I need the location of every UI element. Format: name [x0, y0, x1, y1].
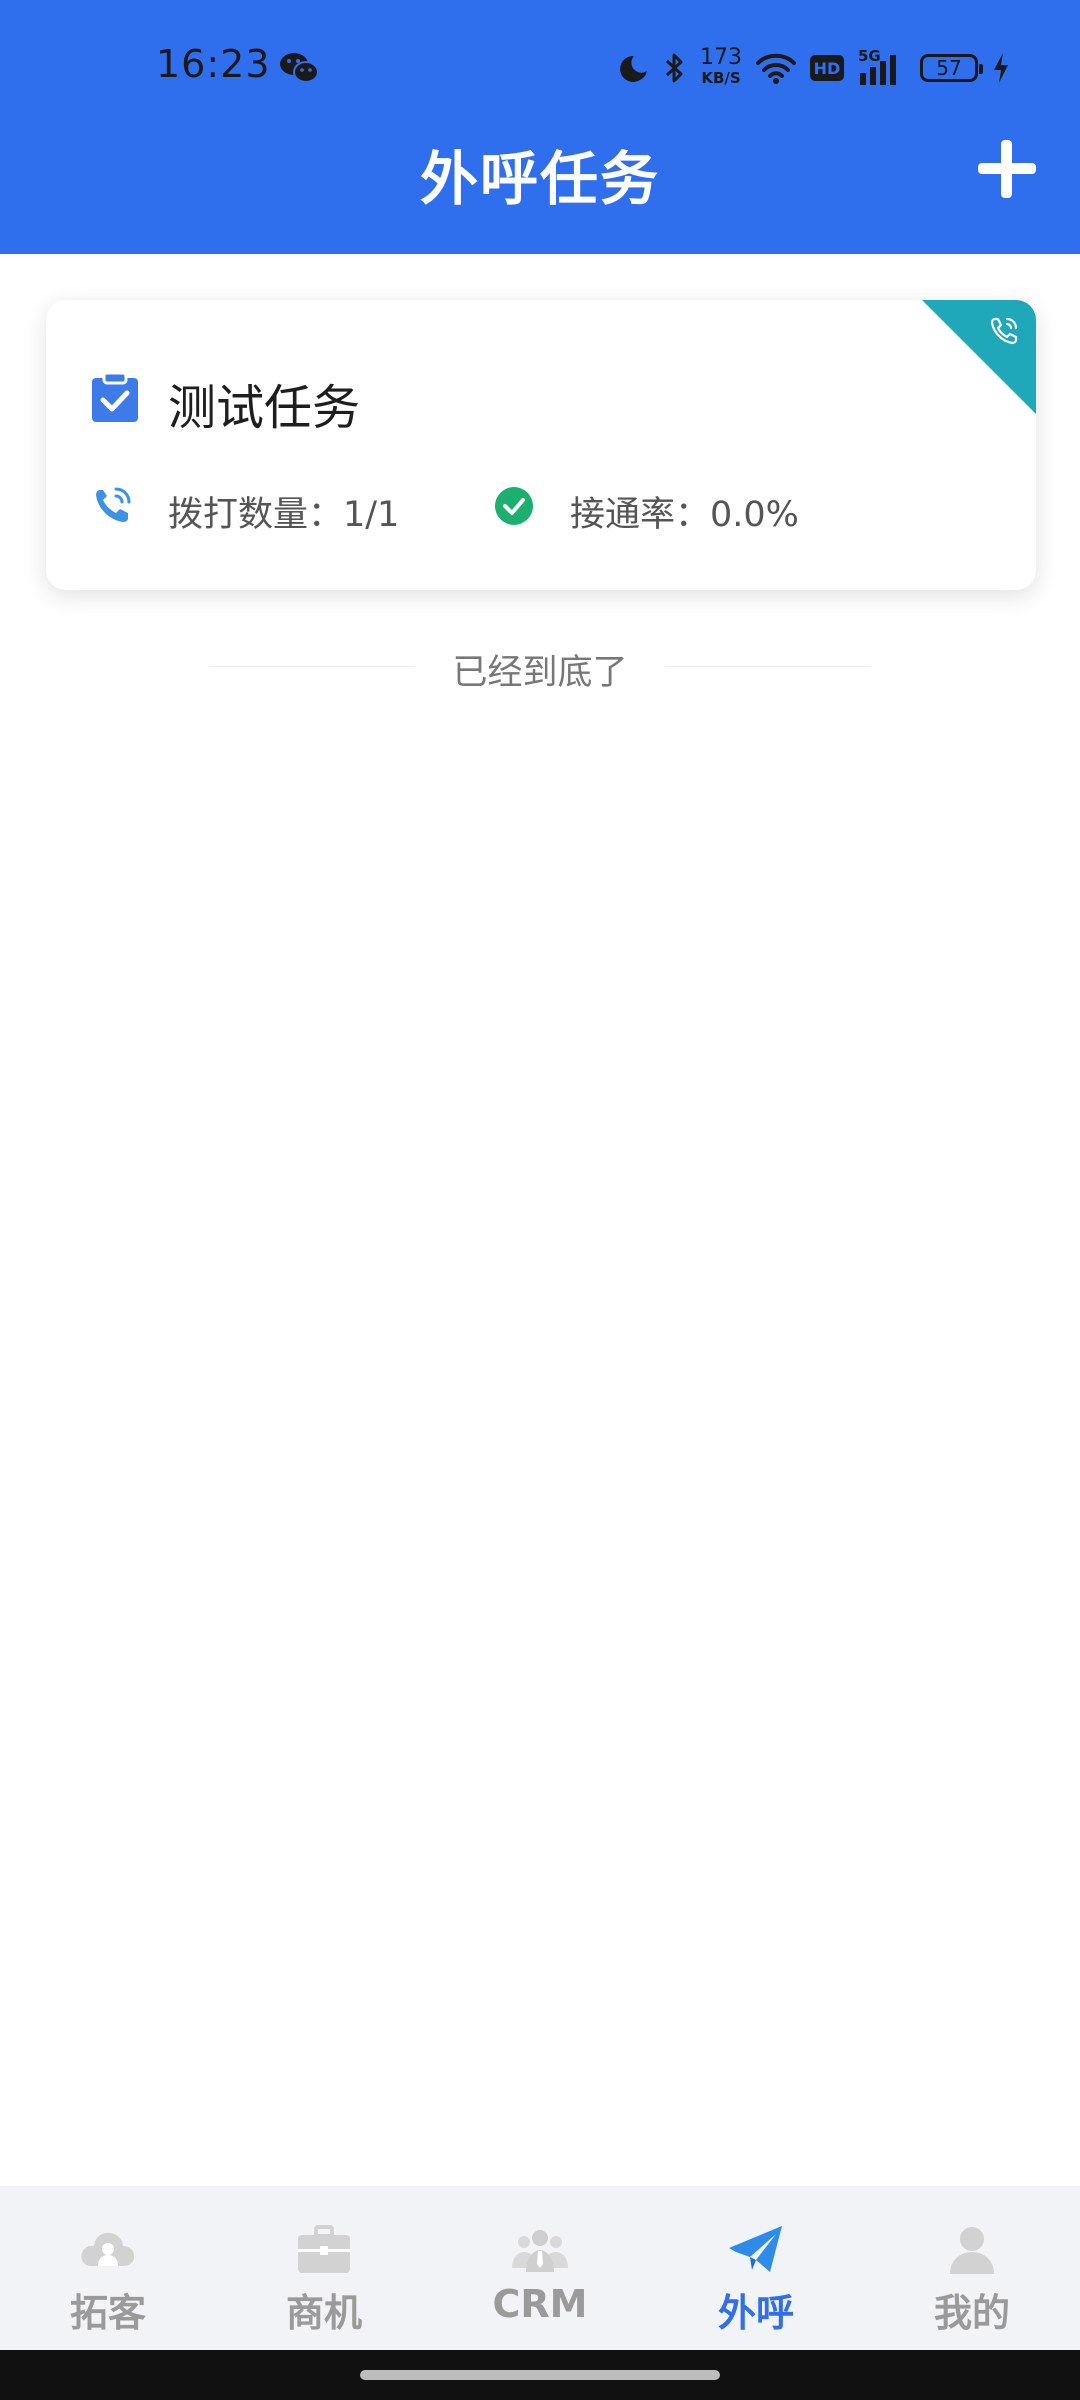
tab-label: CRM [492, 2282, 588, 2326]
tab-label: 外呼 [717, 2291, 794, 2335]
signal-label: 5G [858, 47, 881, 65]
team-icon [512, 2230, 568, 2272]
bluetooth-icon [665, 53, 683, 83]
tab-crm[interactable]: CRM [432, 2186, 648, 2350]
divider-line-right [665, 666, 870, 667]
network-speed: 173 KB/S [700, 45, 742, 88]
status-bar: 16:23 173 KB/S HD 5G 57 [0, 0, 1080, 136]
page-title: 外呼任务 [419, 145, 660, 213]
tab-waihu[interactable]: 外呼 [648, 2186, 864, 2350]
task-card[interactable]: 测试任务 拨打数量：1/1 接通率：0.0% [46, 300, 1036, 590]
status-indicators: 173 KB/S HD 5G 57 [620, 44, 1010, 92]
moon-icon [620, 55, 647, 82]
tab-tuoke[interactable]: 拓客 [0, 2186, 216, 2350]
tab-label: 拓客 [69, 2291, 146, 2335]
phone-call-icon [96, 487, 131, 522]
task-title: 测试任务 [168, 380, 361, 436]
bottom-tab-bar: 拓客 商机 CRM 外呼 我的 [0, 2186, 1080, 2350]
call-ribbon [922, 300, 1036, 414]
tab-wode[interactable]: 我的 [864, 2186, 1080, 2350]
cloud-user-icon [81, 2232, 135, 2266]
wifi-icon [756, 53, 796, 84]
cellular-signal-icon: 5G [858, 47, 906, 85]
dial-count: 拨打数量：1/1 [168, 495, 400, 535]
charging-bolt-icon [994, 53, 1008, 83]
home-indicator[interactable] [360, 2370, 720, 2380]
wechat-icon [280, 53, 319, 83]
network-speed-unit: KB/S [701, 69, 741, 87]
briefcase-icon [298, 2225, 350, 2273]
app-header: 16:23 173 KB/S HD 5G 57 外呼任务 [0, 0, 1080, 254]
network-speed-value: 173 [700, 45, 742, 70]
status-time: 16:23 [156, 42, 271, 86]
person-icon [950, 2227, 994, 2274]
paper-plane-icon [729, 2226, 782, 2272]
battery-indicator: 57 [920, 54, 983, 82]
system-nav-bar [0, 2350, 1080, 2400]
clipboard-check-icon [92, 372, 138, 422]
connect-rate: 接通率：0.0% [570, 495, 799, 535]
tab-shangji[interactable]: 商机 [216, 2186, 432, 2350]
hd-badge: HD [810, 55, 844, 81]
tab-label: 我的 [933, 2291, 1010, 2335]
list-end-text: 已经到底了 [452, 653, 628, 693]
tab-label: 商机 [285, 2291, 362, 2335]
check-circle-icon [495, 487, 533, 525]
list-end-divider: 已经到底了 [0, 644, 1080, 694]
add-task-button[interactable] [978, 140, 1036, 198]
